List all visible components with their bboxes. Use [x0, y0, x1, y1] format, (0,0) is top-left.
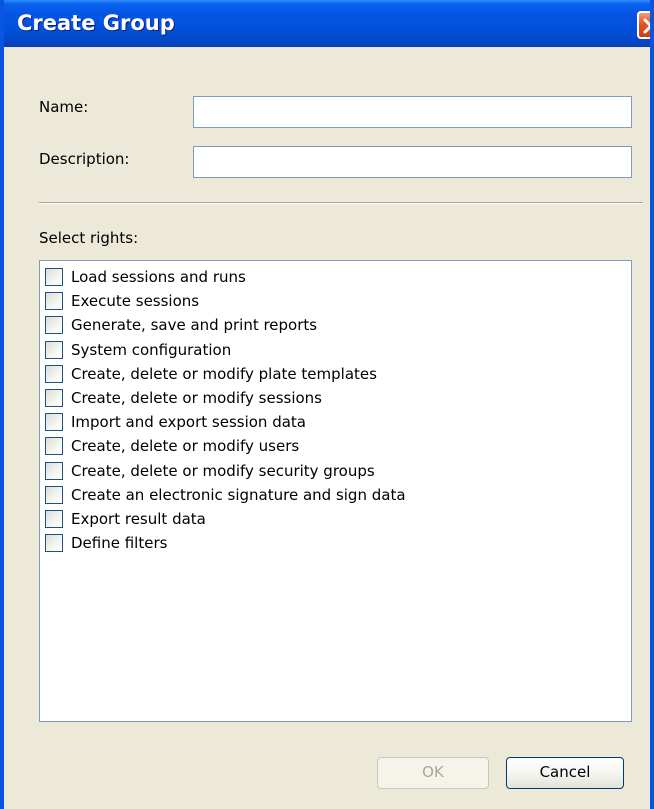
rights-list-item[interactable]: System configuration	[40, 338, 631, 362]
close-icon	[643, 18, 650, 34]
right-label: Create, delete or modify security groups	[71, 461, 375, 480]
rights-list-item[interactable]: Create, delete or modify plate templates	[40, 362, 631, 386]
name-label: Name:	[39, 98, 89, 116]
right-label: Load sessions and runs	[71, 268, 246, 287]
create-group-dialog: Create Group Name: Description: Select r…	[0, 0, 654, 809]
rights-list-item[interactable]: Define filters	[40, 531, 631, 555]
dialog-title: Create Group	[17, 11, 175, 35]
separator	[39, 202, 643, 204]
checkbox[interactable]	[45, 534, 63, 553]
right-label: Create, delete or modify plate templates	[71, 364, 377, 383]
rights-list-item[interactable]: Export result data	[40, 507, 631, 531]
right-label: Define filters	[71, 534, 168, 553]
right-label: Create, delete or modify sessions	[71, 389, 322, 408]
checkbox[interactable]	[45, 437, 63, 456]
ok-button[interactable]: OK	[377, 757, 489, 789]
rights-list-item[interactable]: Create an electronic signature and sign …	[40, 483, 631, 507]
checkbox[interactable]	[45, 340, 63, 359]
description-label: Description:	[39, 150, 130, 168]
checkbox[interactable]	[45, 509, 63, 528]
right-label: Export result data	[71, 509, 206, 528]
rights-list-item[interactable]: Generate, save and print reports	[40, 313, 631, 337]
checkbox[interactable]	[45, 389, 63, 408]
rights-list-item[interactable]: Load sessions and runs	[40, 265, 631, 289]
name-input[interactable]	[193, 96, 632, 128]
title-bar[interactable]: Create Group	[4, 0, 650, 47]
checkbox[interactable]	[45, 485, 63, 504]
cancel-button[interactable]: Cancel	[506, 757, 624, 789]
rights-list-item[interactable]: Create, delete or modify users	[40, 434, 631, 458]
checkbox[interactable]	[45, 413, 63, 432]
right-label: System configuration	[71, 340, 232, 359]
rights-checklist[interactable]: Load sessions and runs Execute sessions Ge…	[39, 260, 632, 722]
checkbox[interactable]	[45, 364, 63, 383]
checkbox[interactable]	[45, 292, 63, 311]
close-button[interactable]	[637, 11, 650, 39]
rights-list-item[interactable]: Create, delete or modify security groups	[40, 459, 631, 483]
rights-list-item[interactable]: Execute sessions	[40, 289, 631, 313]
description-input[interactable]	[193, 146, 632, 178]
checkbox[interactable]	[45, 461, 63, 480]
right-label: Execute sessions	[71, 292, 200, 311]
right-label: Create an electronic signature and sign …	[71, 485, 406, 504]
rights-list-item[interactable]: Import and export session data	[40, 410, 631, 434]
rights-list-item[interactable]: Create, delete or modify sessions	[40, 386, 631, 410]
select-rights-label: Select rights:	[39, 229, 139, 247]
right-label: Generate, save and print reports	[71, 316, 318, 335]
checkbox[interactable]	[45, 316, 63, 335]
right-label: Create, delete or modify users	[71, 437, 300, 456]
checkbox[interactable]	[45, 268, 63, 287]
right-label: Import and export session data	[71, 413, 306, 432]
